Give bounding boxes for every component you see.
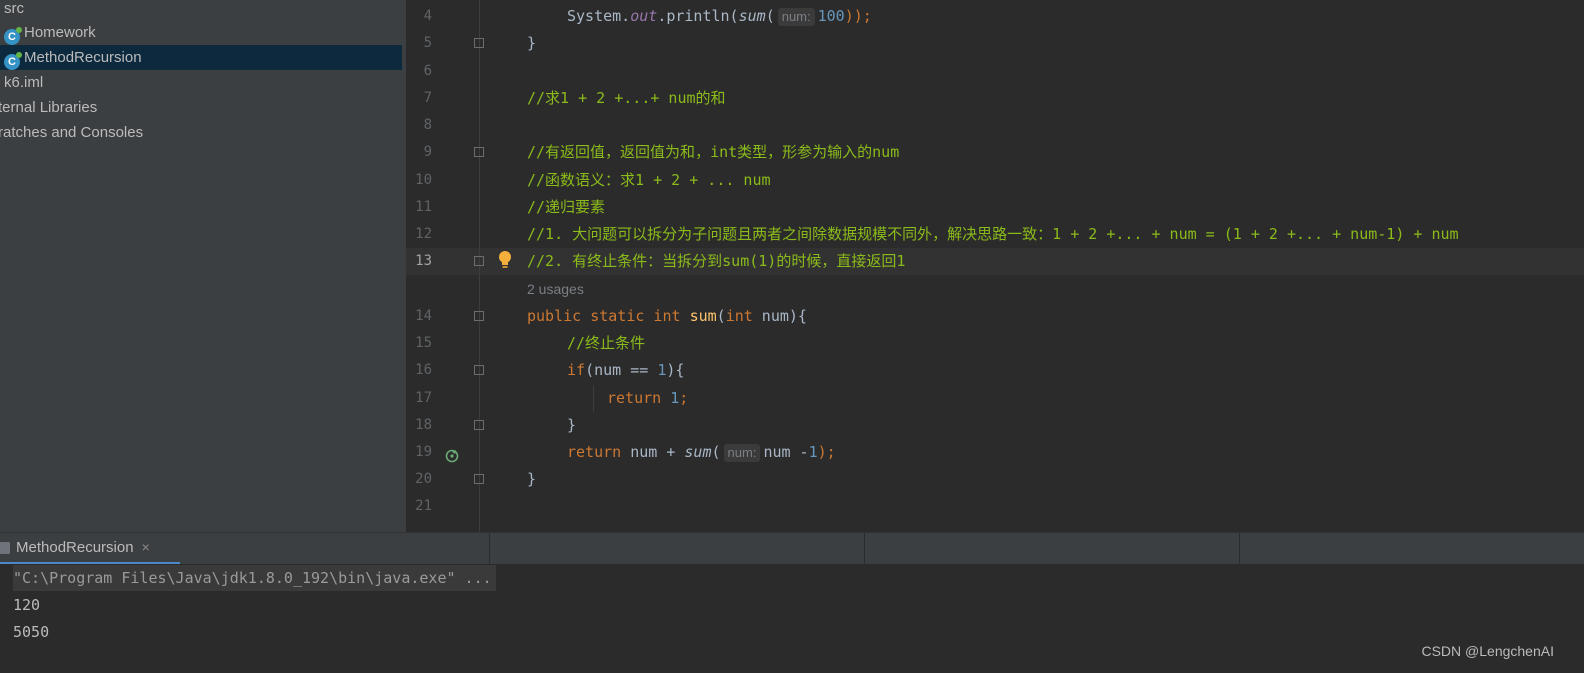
line-number: 7 xyxy=(423,90,432,106)
line-number: 17 xyxy=(415,390,432,406)
indent-guide xyxy=(593,385,594,412)
fold-marker-icon[interactable] xyxy=(474,311,484,321)
code-line-4: System.out.println(sum(num: 100)); xyxy=(567,7,872,26)
tree-item-label: k6.iml xyxy=(4,74,44,91)
divider xyxy=(1239,533,1240,564)
line-number: 6 xyxy=(423,63,432,79)
code-line-11: //递归要素 xyxy=(527,198,606,216)
code-line-12: //1. 大问题可以拆分为子问题且两者之间除数据规模不同外，解决思路一致：1 +… xyxy=(527,225,1459,243)
code-line-7: //求1 + 2 +...+ num的和 xyxy=(527,89,726,107)
line-number: 15 xyxy=(415,335,432,351)
watermark: CSDN @LengchenAI xyxy=(1421,643,1554,659)
tree-item-external-libraries[interactable]: ternal Libraries xyxy=(0,95,97,120)
gutter-separator xyxy=(479,0,480,532)
tree-item-label: Homework xyxy=(24,24,96,41)
line-number: 20 xyxy=(415,471,432,487)
close-icon[interactable]: × xyxy=(142,539,150,555)
line-number: 18 xyxy=(415,417,432,433)
line-number: 4 xyxy=(423,8,432,24)
run-config-icon xyxy=(0,542,10,554)
divider xyxy=(489,533,490,564)
line-number: 14 xyxy=(415,308,432,324)
fold-marker-icon[interactable] xyxy=(474,365,484,375)
console-output-line: 5050 xyxy=(13,623,50,641)
java-class-icon: C xyxy=(4,27,22,45)
parameter-hint: num: xyxy=(723,444,761,462)
tree-item-scratches[interactable]: ratches and Consoles xyxy=(0,120,143,145)
tree-item-label: src xyxy=(4,0,24,17)
line-number: 5 xyxy=(423,35,432,51)
fold-marker-icon[interactable] xyxy=(474,474,484,484)
run-panel-tabbar: MethodRecursion × xyxy=(0,532,1584,565)
code-line-16: if(num == 1){ xyxy=(567,361,685,379)
code-line-10: //函数语义：求1 + 2 + ... num xyxy=(527,171,771,189)
code-line-20: } xyxy=(527,470,537,488)
tab-methodrecursion[interactable]: MethodRecursion × xyxy=(0,533,150,562)
code-line-5: } xyxy=(527,34,537,52)
line-number-current: 13 xyxy=(415,253,432,269)
fold-marker-icon[interactable] xyxy=(474,256,484,266)
code-line-14: public static int sum(int num){ xyxy=(527,307,807,325)
tree-item-k6-iml[interactable]: k6.iml xyxy=(4,70,43,95)
tree-item-label: MethodRecursion xyxy=(24,49,142,66)
code-line-13: //2. 有终止条件：当拆分到sum(1)的时候，直接返回1 xyxy=(527,252,906,270)
code-line-17: return 1; xyxy=(607,389,689,407)
console-output-line: 120 xyxy=(13,596,41,614)
line-number: 12 xyxy=(415,226,432,242)
project-tree-panel: src C Homework C MethodRecursion k6.iml te… xyxy=(0,0,406,532)
tree-item-homework[interactable]: C Homework xyxy=(4,20,96,45)
tree-item-methodrecursion[interactable]: C MethodRecursion xyxy=(0,45,402,70)
fold-marker-icon[interactable] xyxy=(474,420,484,430)
recursive-call-icon[interactable] xyxy=(445,449,459,463)
code-line-9: //有返回值，返回值为和，int类型，形参为输入的num xyxy=(527,143,900,161)
code-line-18: } xyxy=(567,416,577,434)
java-class-icon: C xyxy=(4,52,22,70)
tree-item-label: ratches and Consoles xyxy=(0,124,144,141)
run-console[interactable]: "C:\Program Files\Java\jdk1.8.0_192\bin\… xyxy=(0,564,1584,673)
code-line-19: return num + sum(num: num -1); xyxy=(567,443,836,462)
line-number: 10 xyxy=(415,172,432,188)
fold-marker-icon[interactable] xyxy=(474,147,484,157)
line-number: 9 xyxy=(423,144,432,160)
fold-marker-icon[interactable] xyxy=(474,38,484,48)
code-line-15: //终止条件 xyxy=(567,334,646,352)
tree-item-label: ternal Libraries xyxy=(0,99,98,116)
intention-bulb-icon[interactable] xyxy=(498,251,512,269)
line-number: 21 xyxy=(415,498,432,514)
console-command-line[interactable]: "C:\Program Files\Java\jdk1.8.0_192\bin\… xyxy=(13,565,496,591)
parameter-hint: num: xyxy=(777,8,815,26)
line-number: 19 xyxy=(415,444,432,460)
tree-item-src[interactable]: src xyxy=(4,0,24,21)
line-number: 8 xyxy=(423,117,432,133)
tab-label: MethodRecursion xyxy=(16,539,134,556)
line-number: 11 xyxy=(415,199,432,215)
divider xyxy=(864,533,865,564)
usages-hint[interactable]: 2 usages xyxy=(527,276,584,303)
line-number: 16 xyxy=(415,362,432,378)
